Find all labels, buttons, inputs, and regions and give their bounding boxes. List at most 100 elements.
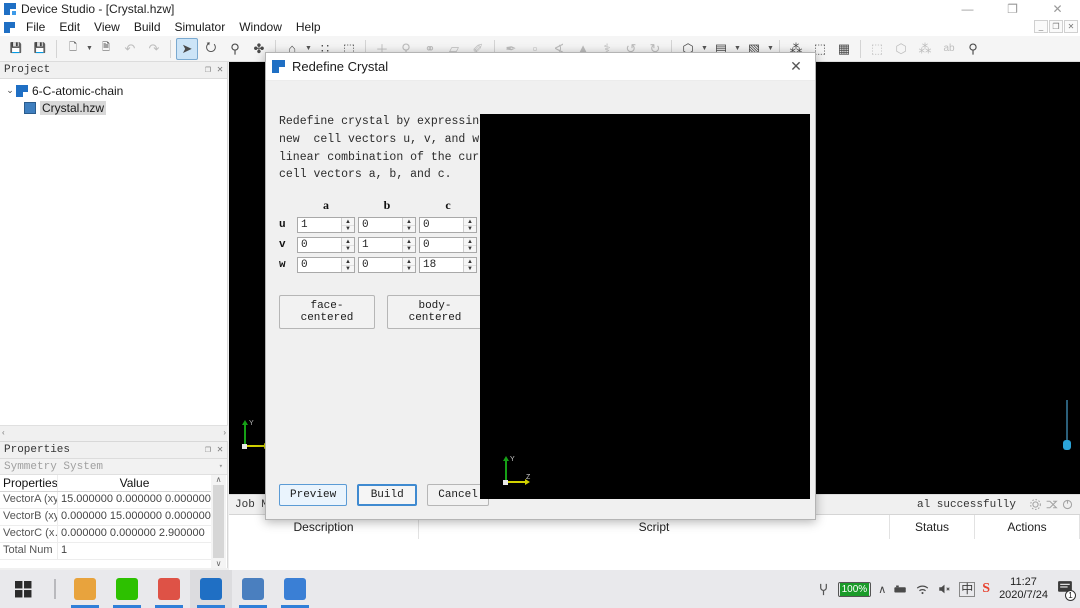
spinbox-input[interactable] [359, 238, 402, 253]
scroll-down-icon[interactable]: ∨ [216, 559, 222, 568]
spinbox-u-a[interactable]: ▲▼ [297, 217, 355, 234]
spinner-up-icon[interactable]: ▲ [464, 238, 476, 246]
spinbox-w-c[interactable]: ▲▼ [419, 257, 477, 274]
minimize-button[interactable]: — [945, 0, 990, 18]
mdi-close-button[interactable]: ✕ [1064, 20, 1078, 33]
spinbox-input[interactable] [420, 218, 463, 233]
refresh-icon[interactable] [1061, 498, 1074, 511]
taskbar-device-studio-icon[interactable] [190, 570, 232, 608]
spinner-up-icon[interactable]: ▲ [464, 218, 476, 226]
pin-icon[interactable]: ⚲ [962, 38, 984, 60]
windows-start-icon[interactable] [0, 570, 46, 608]
spinner-down-icon[interactable]: ▼ [464, 266, 476, 273]
spinbox-input[interactable] [420, 258, 463, 273]
spinner-up-icon[interactable]: ▲ [342, 238, 354, 246]
scroll-left-icon[interactable]: ‹ [2, 428, 5, 437]
spinner-down-icon[interactable]: ▼ [464, 226, 476, 233]
spinbox-input[interactable] [359, 258, 402, 273]
scroll-up-icon[interactable]: ∧ [216, 475, 222, 484]
preview-button[interactable]: Preview [279, 484, 348, 506]
spinbox-input[interactable] [359, 218, 402, 233]
taskbar-wps-icon[interactable] [274, 570, 316, 608]
battery-indicator[interactable]: 100% [837, 581, 872, 597]
spinbox-u-c[interactable]: ▲▼ [419, 217, 477, 234]
spinner-down-icon[interactable]: ▼ [403, 246, 415, 253]
taskbar-chrome-icon[interactable] [148, 570, 190, 608]
menu-item-help[interactable]: Help [289, 19, 328, 35]
zoom-view-icon[interactable]: ⚲ [224, 38, 246, 60]
dialog-close-button[interactable]: ✕ [783, 54, 809, 80]
spinbox-w-a[interactable]: ▲▼ [297, 257, 355, 274]
toolbar-dropdown-caret[interactable]: ▼ [85, 38, 94, 60]
select-cursor-icon[interactable]: ➤ [176, 37, 198, 60]
project-float-icon[interactable]: ❐ [205, 64, 211, 76]
spinbox-v-b[interactable]: ▲▼ [358, 237, 416, 254]
job-column-status[interactable]: Status [890, 515, 975, 539]
sogou-icon[interactable]: S [982, 581, 990, 597]
tray-chevron-up-icon[interactable]: ∧ [878, 583, 886, 596]
build-button[interactable]: Build [357, 484, 418, 506]
chevron-down-icon[interactable]: ⌄ [4, 85, 16, 96]
chevron-down-icon[interactable]: ▾ [219, 462, 223, 471]
spinner-down-icon[interactable]: ▼ [342, 266, 354, 273]
menu-item-file[interactable]: File [19, 19, 52, 35]
tree-item-crystal-file[interactable]: Crystal.hzw [4, 99, 227, 116]
body-centered-button[interactable]: body-centered [387, 295, 483, 330]
project-horizontal-scrollbar[interactable]: ‹ › [0, 425, 228, 438]
dialog-preview-viewport[interactable]: Y Z [480, 114, 810, 499]
viewport-zoom-slider[interactable] [1063, 400, 1071, 462]
taskbar-wechat-icon[interactable] [106, 570, 148, 608]
scroll-right-icon[interactable]: › [223, 428, 226, 437]
spinner-down-icon[interactable]: ▼ [464, 246, 476, 253]
device-icon[interactable]: ▦ [833, 38, 855, 60]
slider-knob[interactable] [1063, 440, 1071, 450]
job-column-actions[interactable]: Actions [975, 515, 1080, 539]
mdi-restore-button[interactable]: ❐ [1049, 20, 1063, 33]
spinbox-u-b[interactable]: ▲▼ [358, 217, 416, 234]
spinbox-input[interactable] [298, 238, 341, 253]
spinner-down-icon[interactable]: ▼ [403, 226, 415, 233]
spinner-up-icon[interactable]: ▲ [342, 258, 354, 266]
spinbox-input[interactable] [420, 238, 463, 253]
spinner-up-icon[interactable]: ▲ [342, 218, 354, 226]
spinbox-v-a[interactable]: ▲▼ [297, 237, 355, 254]
spinbox-input[interactable] [298, 258, 341, 273]
properties-close-icon[interactable]: ✕ [217, 444, 223, 456]
spinner-up-icon[interactable]: ▲ [464, 258, 476, 266]
rotate-view-icon[interactable]: ⭮ [200, 38, 222, 60]
face-centered-button[interactable]: face-centered [279, 295, 375, 330]
spinner-down-icon[interactable]: ▼ [403, 266, 415, 273]
clock[interactable]: 11:27 2020/7/24 [999, 576, 1048, 602]
taskbar-notes-app-icon[interactable] [232, 570, 274, 608]
menu-item-edit[interactable]: Edit [52, 19, 87, 35]
properties-float-icon[interactable]: ❐ [205, 444, 211, 456]
menu-item-view[interactable]: View [87, 19, 127, 35]
symmetry-system-selector[interactable]: Symmetry System ▾ [0, 459, 227, 475]
power-plug-icon[interactable] [816, 582, 831, 597]
menu-item-window[interactable]: Window [232, 19, 289, 35]
ime-chinese-icon[interactable]: 中 [959, 581, 976, 597]
spinbox-w-b[interactable]: ▲▼ [358, 257, 416, 274]
properties-vertical-scrollbar[interactable]: ∧ ∨ [211, 475, 226, 568]
settings-gear-icon[interactable] [1029, 498, 1042, 511]
spinner-up-icon[interactable]: ▲ [403, 218, 415, 226]
close-button[interactable]: ✕ [1035, 0, 1080, 18]
mdi-minimize-button[interactable]: _ [1034, 20, 1048, 33]
menu-item-simulator[interactable]: Simulator [168, 19, 233, 35]
properties-row[interactable]: Total Num 1 [0, 543, 211, 560]
spinbox-input[interactable] [298, 218, 341, 233]
properties-row[interactable]: VectorA (xyz)15.000000 0.000000 0.000000 [0, 492, 211, 509]
taskbar-file-explorer-icon[interactable] [64, 570, 106, 608]
save-all-icon[interactable]: 💾 [29, 38, 51, 60]
shuffle-icon[interactable] [1045, 498, 1058, 511]
properties-row[interactable]: VectorB (xyz)0.000000 15.000000 0.000000 [0, 509, 211, 526]
wifi-icon[interactable] [915, 582, 930, 596]
spinbox-v-c[interactable]: ▲▼ [419, 237, 477, 254]
volume-mute-icon[interactable] [937, 582, 952, 596]
menu-item-build[interactable]: Build [127, 19, 168, 35]
new-file-icon[interactable]: 🗋 [62, 38, 84, 60]
spinner-down-icon[interactable]: ▼ [342, 246, 354, 253]
scrollbar-thumb[interactable] [213, 485, 224, 558]
spinner-up-icon[interactable]: ▲ [403, 258, 415, 266]
maximize-restore-button[interactable]: ❐ [990, 0, 1035, 18]
